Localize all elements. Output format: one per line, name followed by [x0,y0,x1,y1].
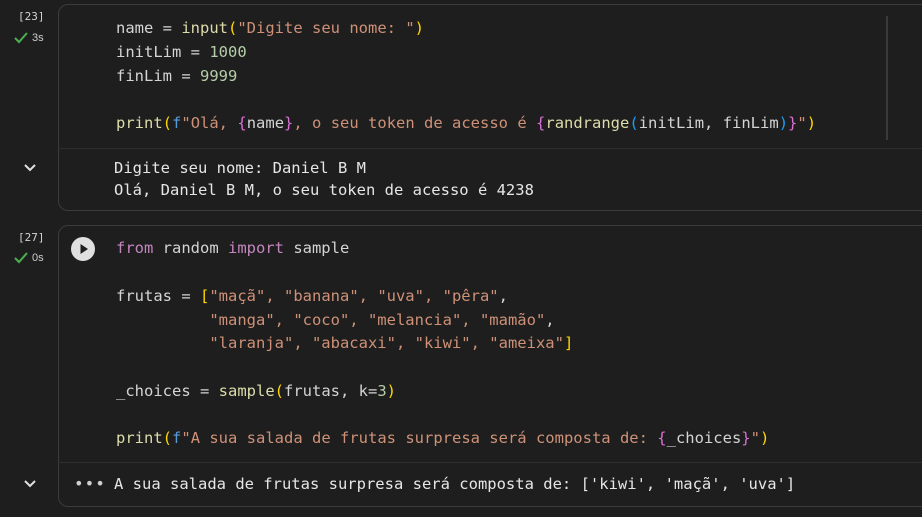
check-icon [14,252,28,264]
execution-status: 0s [14,252,44,264]
execution-count: [27] [18,231,45,244]
code-cell-2[interactable]: [27] 0s from random import sample frutas… [0,0,922,517]
code-line: print(f"A sua salada de frutas surpresa … [116,429,770,447]
code-editor[interactable] [58,225,922,507]
more-horizontal-icon[interactable]: ••• [74,474,106,493]
output-divider [58,462,922,463]
code-line: from random import sample [116,239,350,257]
execution-duration: 0s [32,252,44,264]
code-line: _choices = sample(frutas, k=3) [116,382,397,400]
chevron-down-icon[interactable] [22,476,38,492]
code-line: "laranja", "abacaxi", "kiwi", "ameixa"] [209,334,574,352]
play-icon [80,244,88,254]
code-line: frutas = ["maçã", "banana", "uva", "pêra… [116,287,508,305]
code-line: "manga", "coco", "melancia", "mamão", [209,311,555,329]
run-cell-button[interactable] [71,237,95,261]
output-line: A sua salada de frutas surpresa será com… [114,475,796,493]
